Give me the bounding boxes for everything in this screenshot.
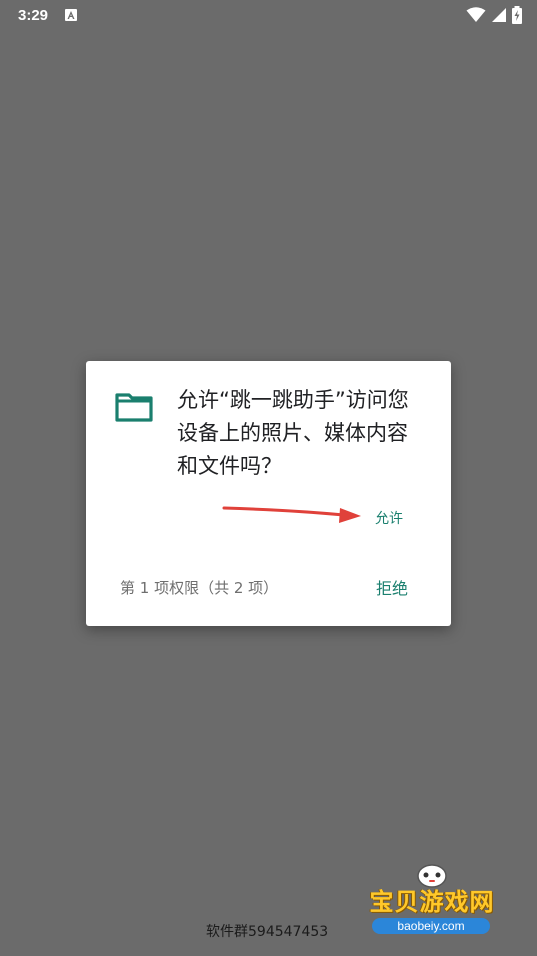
signal-icon xyxy=(491,8,506,22)
status-bar: 3:29 xyxy=(0,0,537,32)
status-icons xyxy=(466,6,523,24)
a-notification-icon xyxy=(65,9,77,21)
site-watermark-logo: 宝贝游戏网 baobeiy.com xyxy=(362,862,502,948)
group-number-text: 软件群594547453 xyxy=(206,924,329,940)
deny-button[interactable]: 拒绝 xyxy=(376,575,408,599)
watermark-title: 宝贝游戏网 xyxy=(369,888,495,916)
watermark-url: baobeiy.com xyxy=(372,918,490,934)
folder-icon xyxy=(115,393,153,422)
permission-dialog: 允许“跳一跳助手”访问您设备上的照片、媒体内容和文件吗？ 允许 第 1 项权限（… xyxy=(86,361,451,626)
allow-button[interactable]: 允许 xyxy=(375,508,403,528)
permission-counter: 第 1 项权限（共 2 项） xyxy=(120,579,279,597)
arrow-annotation xyxy=(222,506,361,523)
battery-charging-icon xyxy=(512,6,522,24)
status-time: 3:29 xyxy=(18,7,49,24)
dialog-message: 允许“跳一跳助手”访问您设备上的照片、媒体内容和文件吗？ xyxy=(177,388,409,478)
wifi-icon xyxy=(466,7,486,22)
